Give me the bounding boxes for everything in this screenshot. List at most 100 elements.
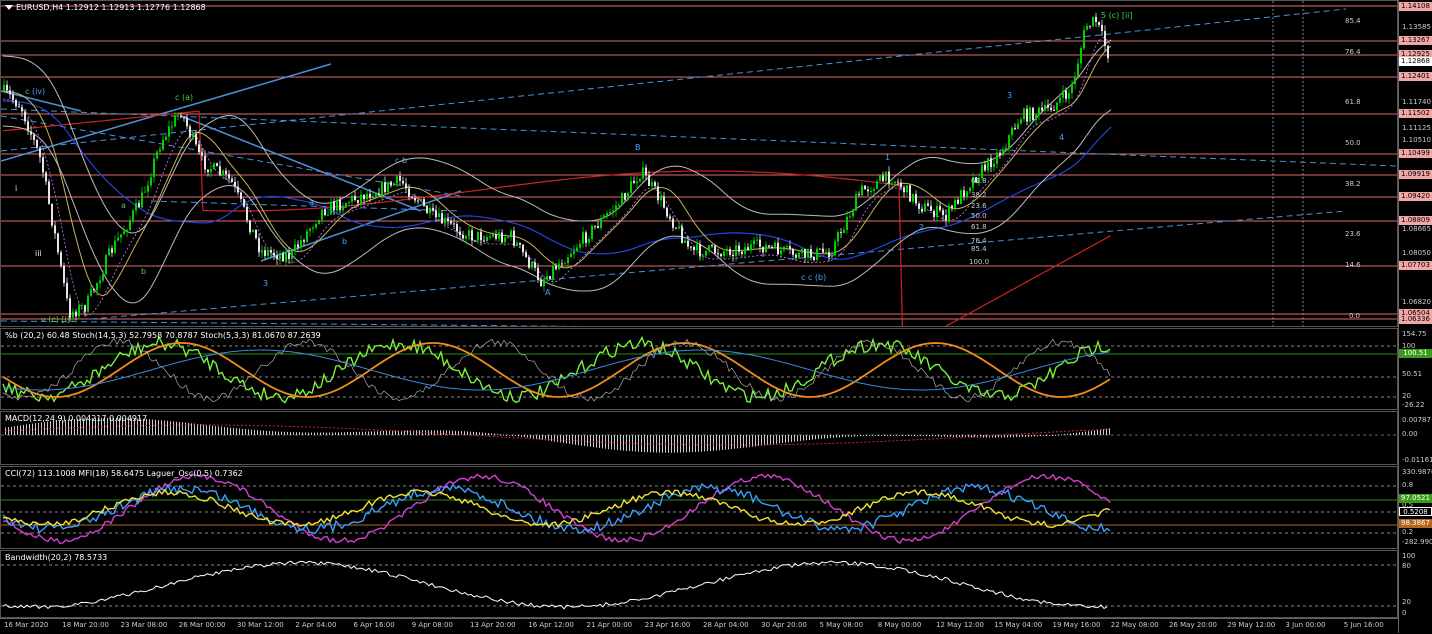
candle-body: [903, 187, 905, 193]
candle-body: [885, 171, 887, 182]
candle-body: [1002, 150, 1004, 156]
macd-histogram-bar: [1091, 430, 1092, 435]
candle-body: [810, 249, 812, 257]
candle-body: [408, 188, 410, 197]
candle-body: [108, 248, 110, 256]
macd-histogram-bar: [1007, 435, 1008, 438]
candle-body: [168, 126, 170, 137]
price-tag: 1.10499: [1399, 149, 1432, 158]
time-axis[interactable]: 16 Mar 2020 18 Mar 20:00 23 Mar 08:00 26 Ma…: [0, 618, 1398, 634]
wave-label: b: [141, 267, 147, 276]
candle-body: [1107, 45, 1109, 59]
candle-body: [393, 183, 395, 186]
macd-axis-label: 0.00: [1402, 430, 1418, 438]
candle-body: [984, 164, 986, 171]
candle-body: [189, 126, 191, 138]
price-tag: 1.07703: [1399, 261, 1432, 270]
macd-histogram-bar: [368, 431, 369, 435]
fib-level: 14.6: [1345, 261, 1361, 269]
candle-body: [501, 232, 503, 243]
macd-histogram-bar: [44, 422, 45, 435]
macd-histogram-bar: [530, 435, 531, 439]
macd-histogram-bar: [215, 425, 216, 435]
macd-canvas[interactable]: [1, 412, 1398, 465]
candle-body: [909, 185, 911, 202]
stochastic-pane[interactable]: %b (20,2) 60.48 Stoch(14,5,3) 52.7958 70…: [0, 328, 1398, 410]
macd-histogram-bar: [812, 435, 813, 440]
candle-body: [321, 209, 323, 220]
candle-body: [162, 139, 164, 150]
candle-body: [63, 265, 65, 283]
candle-body: [492, 234, 494, 237]
bandwidth-canvas[interactable]: [1, 551, 1398, 618]
macd-histogram-bar: [1028, 435, 1029, 437]
candle-body: [225, 170, 227, 175]
price-chart-canvas[interactable]: [1, 1, 1398, 327]
candle-body: [921, 208, 923, 212]
macd-axis-label: 0.00787: [1402, 416, 1431, 424]
macd-histogram-bar: [890, 435, 891, 436]
candle-body: [747, 247, 749, 251]
candle-body: [366, 193, 368, 200]
stochastic-canvas[interactable]: [1, 329, 1398, 410]
candle-body: [798, 252, 800, 258]
macd-histogram-bar: [380, 431, 381, 435]
symbol-title: EURUSD,H4 1.12912 1.12913 1.12776 1.1286…: [5, 3, 206, 12]
price-tag: 1.11502: [1399, 109, 1432, 118]
candle-body: [513, 230, 515, 246]
candle-body: [864, 185, 866, 190]
macd-histogram-bar: [275, 431, 276, 435]
macd-histogram-bar: [1043, 435, 1044, 436]
bandwidth-pane[interactable]: Bandwidth(20,2) 78.5733: [0, 550, 1398, 618]
wave-label: c b: [395, 156, 408, 165]
cci-canvas[interactable]: [1, 467, 1398, 549]
candle-body: [462, 234, 464, 239]
macd-histogram-bar: [1037, 435, 1038, 437]
macd-histogram-bar: [362, 431, 363, 435]
macd-histogram-bar: [509, 435, 510, 436]
candle-body: [270, 250, 272, 253]
candle-body: [198, 144, 200, 153]
candle-body: [774, 242, 776, 247]
macd-histogram-bar: [920, 435, 921, 436]
candle-body: [720, 254, 722, 257]
macd-histogram-bar: [566, 435, 567, 444]
candle-body: [9, 90, 11, 95]
macd-histogram-bar: [455, 430, 456, 435]
candle-body: [381, 182, 383, 196]
candle-body: [846, 216, 848, 230]
macd-histogram-bar: [248, 429, 249, 435]
price-axis-label: 1.06820: [1402, 298, 1431, 306]
macd-histogram-bar: [488, 433, 489, 435]
macd-histogram-bar: [710, 435, 711, 452]
wave-label: 3: [263, 279, 269, 288]
candle-body: [342, 206, 344, 211]
macd-histogram-bar: [815, 435, 816, 440]
macd-histogram-bar: [47, 421, 48, 435]
macd-histogram-bar: [839, 435, 840, 438]
trend-line: [1, 320, 586, 326]
macd-pane[interactable]: MACD(12,24,9) 0.004217 0.004917: [0, 411, 1398, 465]
candle-body: [201, 152, 203, 156]
macd-histogram-bar: [686, 435, 687, 453]
candle-body: [873, 189, 875, 192]
candle-body: [942, 210, 944, 216]
macd-histogram-bar: [371, 431, 372, 435]
price-chart-pane[interactable]: EURUSD,H4 1.12912 1.12913 1.12776 1.1286…: [0, 0, 1398, 327]
candle-body: [258, 238, 260, 253]
macd-histogram-bar: [257, 430, 258, 435]
candle-body: [918, 203, 920, 209]
price-tag: 1.09420: [1399, 192, 1432, 201]
macd-histogram-bar: [671, 435, 672, 453]
candle-body: [1089, 25, 1091, 27]
macd-histogram-bar: [674, 435, 675, 453]
macd-histogram-bar: [584, 435, 585, 447]
macd-histogram-bar: [701, 435, 702, 452]
macd-histogram-bar: [923, 435, 924, 437]
candle-body: [237, 186, 239, 193]
candle-body: [948, 205, 950, 221]
macd-histogram-bar: [917, 435, 918, 436]
cci-mfi-pane[interactable]: CCI(72) 113.1008 MFI(18) 58.6475 Laguer_…: [0, 466, 1398, 549]
candle-body: [207, 169, 209, 173]
macd-histogram-bar: [860, 435, 861, 437]
